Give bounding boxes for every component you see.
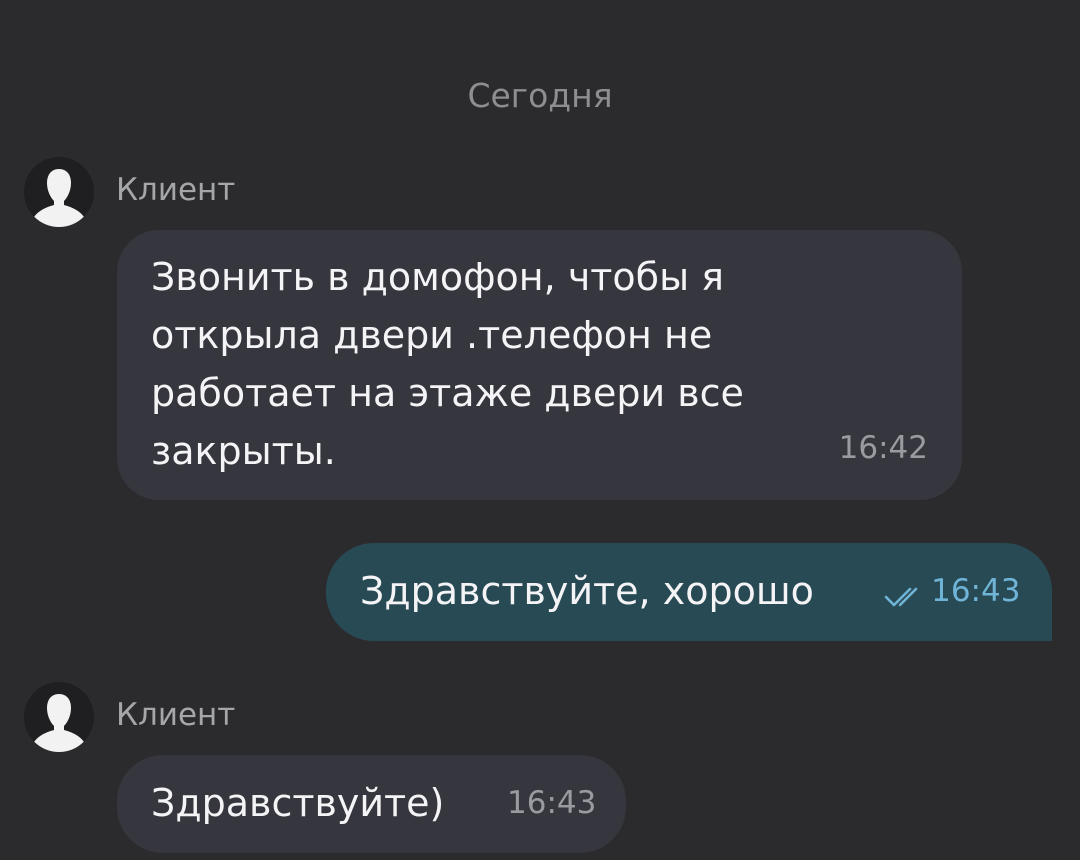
sender-name: Клиент bbox=[116, 172, 236, 208]
avatar[interactable] bbox=[24, 682, 94, 752]
message-bubble[interactable]: Здравствуйте) 16:43 bbox=[117, 755, 626, 853]
message-text: Здравствуйте, хорошо bbox=[360, 569, 814, 613]
message-time: 16:43 bbox=[507, 785, 597, 821]
avatar[interactable] bbox=[24, 157, 94, 227]
message-time: 16:42 bbox=[838, 430, 928, 466]
user-silhouette-icon bbox=[34, 169, 84, 227]
message-text: Здравствуйте) bbox=[151, 781, 445, 825]
double-check-icon bbox=[884, 587, 918, 606]
chat-view: Сегодня Клиент Звонить в домофон, чтобы … bbox=[0, 0, 1080, 860]
user-silhouette-icon bbox=[34, 694, 84, 752]
message-bubble[interactable]: Здравствуйте, хорошо 16:43 bbox=[326, 543, 1052, 641]
message-meta: 16:43 bbox=[884, 573, 1020, 609]
sender-name: Клиент bbox=[116, 697, 236, 733]
message-text: Звонить в домофон, чтобы я открыла двери… bbox=[151, 255, 744, 473]
date-divider: Сегодня bbox=[467, 76, 613, 115]
message-bubble[interactable]: Звонить в домофон, чтобы я открыла двери… bbox=[117, 230, 962, 500]
message-time: 16:43 bbox=[931, 573, 1021, 609]
